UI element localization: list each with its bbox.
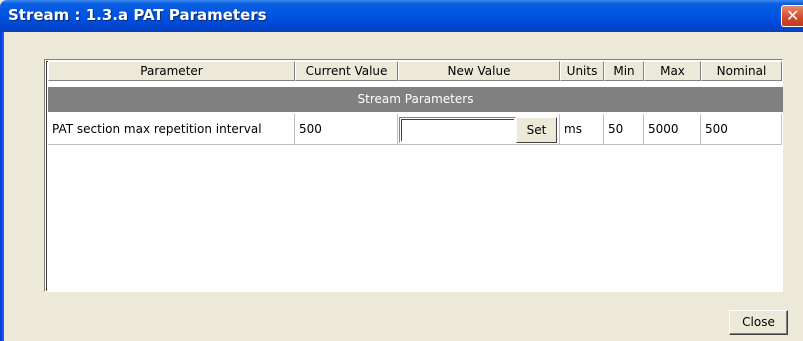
column-header-min[interactable]: Min: [604, 61, 644, 81]
cell-nominal: 500: [701, 114, 782, 145]
window-frame-left: [0, 32, 4, 341]
column-header-new-value[interactable]: New Value: [398, 61, 560, 81]
close-button[interactable]: Close: [729, 310, 788, 335]
new-value-field: [399, 117, 516, 143]
close-icon: ✕: [786, 6, 800, 25]
new-value-input[interactable]: [401, 119, 514, 141]
section-header-row: Stream Parameters: [48, 87, 783, 112]
cell-parameter: PAT section max repetition interval: [48, 114, 295, 145]
title-close-button[interactable]: ✕: [781, 5, 803, 27]
column-header-current-value[interactable]: Current Value: [295, 61, 398, 81]
dialog-window: Stream : 1.3.a PAT Parameters ✕ Paramete…: [0, 0, 803, 341]
set-button[interactable]: Set: [516, 117, 557, 143]
column-header-nominal[interactable]: Nominal: [701, 61, 782, 81]
column-header-units[interactable]: Units: [560, 61, 604, 81]
cell-max: 5000: [644, 114, 701, 145]
cell-units: ms: [560, 114, 604, 145]
cell-current-value: 500: [295, 114, 398, 145]
cell-min: 50: [604, 114, 644, 145]
column-header-parameter[interactable]: Parameter: [48, 61, 295, 81]
title-bar[interactable]: Stream : 1.3.a PAT Parameters: [0, 0, 803, 32]
column-header-max[interactable]: Max: [644, 61, 701, 81]
window-title: Stream : 1.3.a PAT Parameters: [8, 6, 267, 24]
